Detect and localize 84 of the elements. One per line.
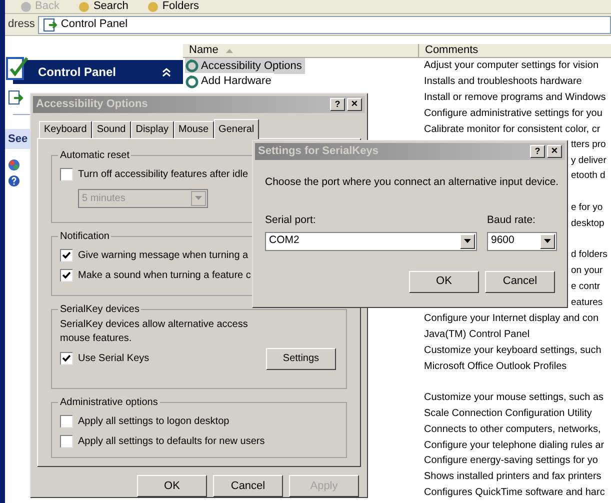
globe-icon[interactable]	[8, 159, 20, 171]
comment-text: Customize your keyboard settings, such	[424, 344, 602, 358]
settings-button[interactable]: Settings	[266, 348, 336, 370]
comment-text: Scale Connection Configuration Utility	[424, 406, 592, 421]
comment-text: e for yo	[571, 200, 603, 215]
comment-text: Adjust your computer settings for vision	[424, 59, 599, 74]
checkbox-label: Apply all settings to logon desktop	[78, 415, 230, 430]
comment-text: d folders	[571, 248, 608, 262]
comment-text: Installs and troubleshoots hardware	[424, 75, 582, 90]
section-title: See	[8, 132, 28, 147]
checkbox-label: Apply all settings to defaults for new users	[78, 435, 265, 450]
comment-text: desktop	[571, 216, 604, 231]
comment-text: Shows installed printers and fax printers	[424, 470, 602, 484]
checkbox-label: Use Serial Keys	[78, 352, 150, 366]
checkbox[interactable]	[60, 168, 73, 182]
column-header[interactable]: Name	[183, 44, 419, 57]
toolbar-button[interactable]: Folders	[148, 1, 200, 12]
checkbox-label: Give warning message when turning a	[78, 249, 248, 264]
toolbar-icon	[148, 2, 158, 12]
toolbar-icon	[79, 2, 90, 12]
checkbox[interactable]	[60, 415, 73, 428]
comment-text: Calibrate monitor for consistent color, cr	[424, 122, 600, 137]
comment-text: Customize your mouse settings, such as	[424, 391, 604, 406]
window-title: Accessibility Options	[36, 97, 148, 112]
close-button[interactable]: ×	[347, 98, 362, 111]
list-item[interactable]: Add Hardware	[185, 73, 274, 90]
item-icon	[185, 74, 199, 89]
help-button[interactable]: ?	[330, 98, 345, 111]
checkbox[interactable]	[60, 269, 73, 282]
comment-text: tters pro	[571, 138, 606, 152]
checkbox[interactable]	[60, 249, 73, 262]
checkbox-label: Make a sound when turning a feature c	[78, 269, 251, 284]
address-field[interactable]: Control Panel	[38, 16, 611, 34]
comment-text: e contr	[571, 280, 600, 294]
group-title: Administrative options	[58, 394, 160, 410]
tab[interactable]: Mouse	[174, 120, 214, 138]
window-title: Settings for SerialKeys	[258, 144, 378, 160]
description-text: mouse features.	[60, 332, 133, 346]
help-button[interactable]: ?	[530, 145, 545, 158]
tab[interactable]: Sound	[92, 120, 131, 138]
dropdown-arrow-icon	[544, 239, 551, 243]
dialog-button[interactable]: OK	[409, 270, 479, 292]
comment-text: etooth d	[571, 169, 606, 184]
comment-text: Configures QuickTime software and harc	[424, 486, 605, 500]
sort-ascending-icon	[226, 48, 234, 52]
checkbox-label: Turn off accessibility features after idle	[78, 168, 248, 182]
item-icon	[185, 58, 199, 73]
checkbox[interactable]	[60, 435, 73, 448]
baud-rate-select[interactable]: 9600	[487, 232, 557, 250]
close-button[interactable]: ×	[547, 145, 562, 158]
description-text: SerialKey devices allow alternative access	[60, 318, 249, 332]
tab[interactable]: General	[214, 118, 260, 139]
address-label: dress	[7, 17, 36, 32]
comment-text: Connects to other computers, networks,	[424, 422, 601, 437]
comment-text: Microsoft Office Outlook Profiles	[424, 360, 567, 374]
control-panel-icon	[42, 18, 57, 32]
instruction-text: Choose the port where you connect an alternative input device.	[264, 175, 560, 190]
switch-view-icon[interactable]	[8, 90, 24, 106]
comment-text: Configure energy-saving settings for yo	[424, 454, 598, 468]
group-title: SerialKey devices	[58, 302, 142, 317]
comment-text: Java(TM) Control Panel	[424, 328, 530, 342]
field-label: Baud rate:	[487, 212, 536, 228]
comment-text: Configure your Internet display and con	[424, 312, 599, 326]
comment-text: on your	[571, 264, 603, 278]
dialog-button[interactable]: OK	[137, 475, 207, 498]
serial-port-select[interactable]: COM2	[265, 232, 477, 250]
dialog-button[interactable]: Cancel	[213, 475, 283, 498]
comment-text: y deliver	[571, 154, 606, 168]
comment-text: Configure your telephone dialing rules ar	[424, 438, 604, 453]
column-header[interactable]: Comments	[419, 44, 611, 57]
dialog-button[interactable]: Cancel	[485, 270, 555, 292]
checkbox[interactable]	[60, 352, 73, 366]
comment-text: Configure administrative settings for you	[424, 106, 602, 121]
dropdown-arrow-icon	[195, 196, 202, 200]
collapse-icon[interactable]	[162, 68, 171, 76]
toolbar-button[interactable]: Search	[79, 1, 128, 12]
comment-text: Install or remove programs and Windows	[424, 90, 606, 105]
task-pane-title: Control Panel	[38, 64, 116, 81]
comment-text: eatures	[571, 296, 603, 310]
dropdown-arrow-icon	[464, 239, 471, 243]
tab[interactable]: Keyboard	[39, 120, 92, 138]
tab[interactable]: Display	[130, 120, 174, 138]
field-label: Serial port:	[265, 212, 317, 228]
help-icon[interactable]	[8, 175, 20, 187]
